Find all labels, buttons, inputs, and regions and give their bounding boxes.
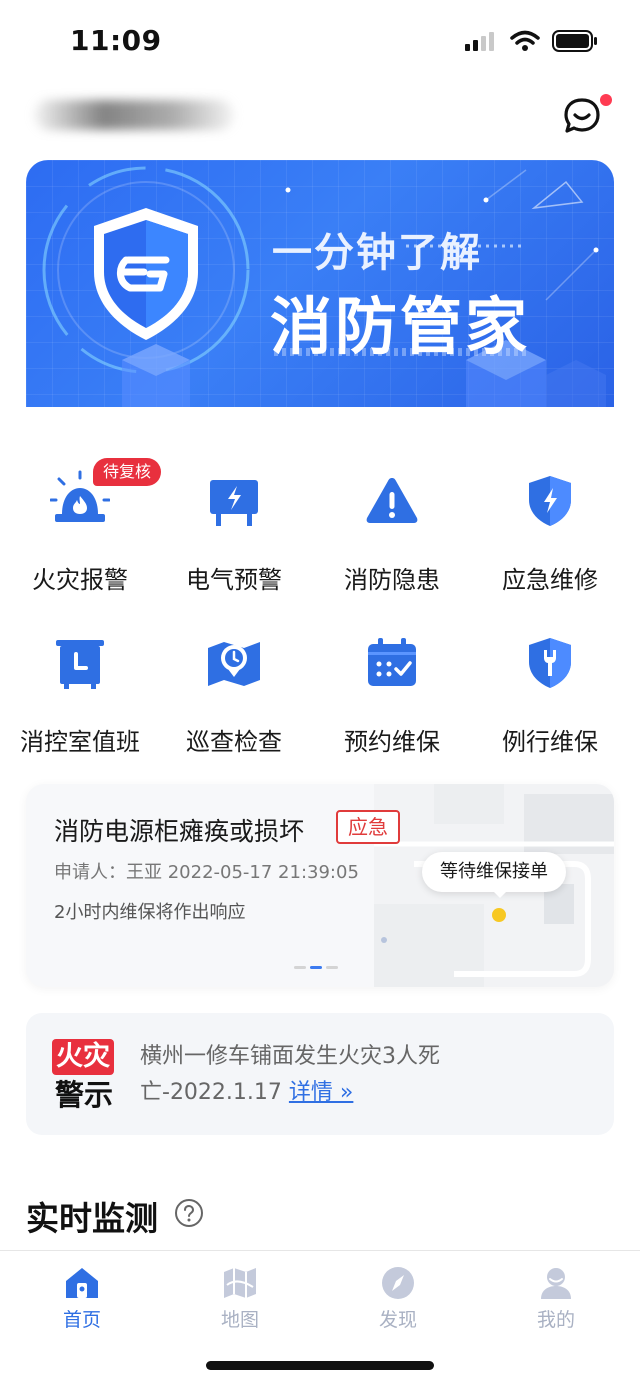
func-routine-maintenance[interactable]: 例行维保 [470,612,630,762]
map-status-bubble: 等待维保接单 [422,852,566,892]
func-label: 电气预警 [186,566,282,594]
wifi-icon [510,30,540,51]
alert-headline: 横州一修车铺面发生火灾3人死亡-2022.1.17 详情 » [140,1039,500,1111]
repair-title: 消防电源柜瘫痪或损坏 [54,817,305,846]
map-pin-icon [492,908,506,922]
status-bar: 11:09 [0,0,640,88]
func-label: 应急维修 [502,566,598,594]
status-time: 11:09 [70,24,162,57]
home-icon [66,1268,98,1298]
func-label: 预约维保 [344,728,440,756]
pager-dot [294,966,306,969]
section-title: 实时监测 [26,1199,158,1238]
details-link[interactable]: 详情 » [289,1080,353,1105]
logo-top-text: 火灾 [52,1039,114,1075]
tab-label: 地图 [220,1309,259,1331]
pending-review-badge: 待复核 [93,458,162,486]
profile-icon [541,1268,571,1299]
map-clock-icon [208,642,260,686]
calendar-check-icon [368,638,416,686]
promo-banner[interactable]: 一分钟了解 消防管家 [26,160,614,407]
tab-label: 首页 [62,1309,101,1331]
func-scheduled-maintenance[interactable]: 预约维保 [312,612,472,762]
func-control-room-duty[interactable]: 消控室值班 [0,612,160,762]
func-emergency-repair[interactable]: 应急维修 [470,450,630,600]
chat-smile-icon[interactable] [562,96,602,136]
tab-discover[interactable]: 发现 [338,1265,458,1335]
status-icons [464,30,598,52]
notification-dot [600,94,612,106]
map-icon [224,1268,256,1298]
battery-icon [552,30,597,52]
repair-response-note: 2小时内维保将作出响应 [54,902,246,923]
func-fire-alarm[interactable]: 待复核 火灾报警 [0,450,162,600]
signal-icon [465,32,494,51]
func-label: 例行维保 [502,728,598,756]
help-icon[interactable] [174,1198,204,1228]
banner-title: 消防管家 [270,290,531,363]
shield-wrench-icon [529,638,571,688]
blurred-user-name [34,100,234,130]
tab-home[interactable]: 首页 [22,1265,142,1335]
shield-bolt-icon [529,476,571,526]
fire-warning-logo: 火灾 警示 [52,1039,116,1112]
electric-panel-icon [210,480,258,526]
fire-alert-card[interactable]: 火灾 警示 横州一修车铺面发生火灾3人死亡-2022.1.17 详情 » [26,1013,614,1135]
card-pager [294,966,338,969]
banner-subtitle: 一分钟了解 [272,230,482,276]
warning-triangle-icon [366,478,418,523]
func-fire-hazard[interactable]: 消防隐患 [312,450,472,600]
func-label: 消防隐患 [344,566,440,594]
pager-dot [326,966,338,969]
urgent-tag: 应急 [336,810,400,844]
tab-map[interactable]: 地图 [180,1265,300,1335]
func-patrol-inspection[interactable]: 巡查检查 [154,612,314,762]
home-indicator[interactable] [206,1361,434,1370]
compass-icon [382,1267,414,1299]
pager-dot-active [310,966,322,969]
tab-label: 发现 [378,1309,417,1331]
func-label: 巡查检查 [186,728,282,756]
duty-room-icon [56,640,104,689]
map-bubble-tail [492,890,508,898]
repair-request-card[interactable]: 消防电源柜瘫痪或损坏 应急 申请人：王亚 2022-05-17 21:39:05… [26,784,614,987]
func-electric-warning[interactable]: 电气预警 [154,450,314,600]
func-label: 消控室值班 [20,728,140,756]
tab-profile[interactable]: 我的 [496,1265,616,1335]
header [0,88,640,148]
logo-bottom-text: 警示 [54,1078,113,1112]
repair-applicant: 申请人：王亚 2022-05-17 21:39:05 [54,862,359,883]
func-label: 火灾报警 [32,566,128,594]
tab-label: 我的 [536,1309,575,1331]
